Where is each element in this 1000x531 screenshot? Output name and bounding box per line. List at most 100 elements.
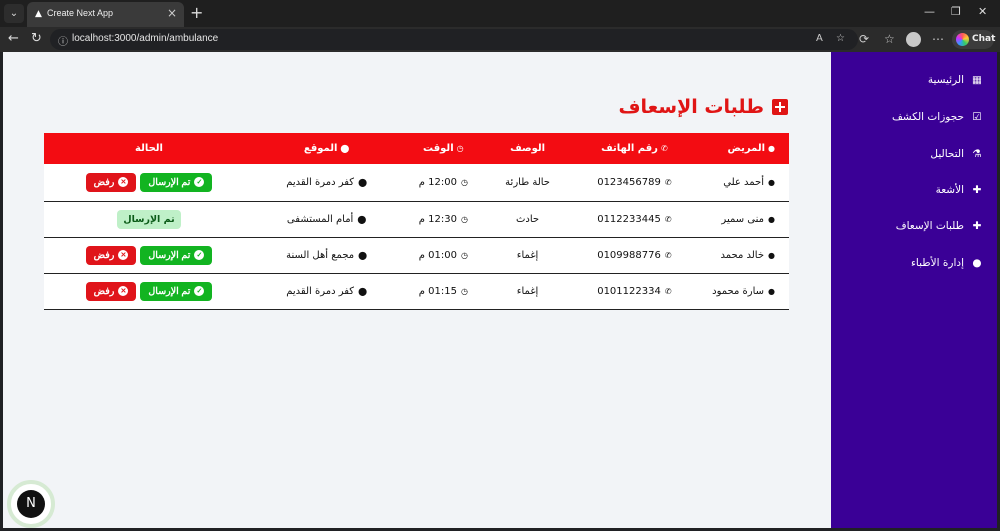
table-header-row: ●المريض ✆رقم الهاتف الوصف ◷الوقت ⬤الموقع… bbox=[44, 133, 789, 164]
time: 12:30 م bbox=[418, 213, 457, 225]
clock-icon: ◷ bbox=[460, 177, 468, 187]
location-pin-icon: ⬤ bbox=[357, 214, 367, 224]
clock-icon: ◷ bbox=[460, 286, 468, 296]
reject-button[interactable]: ✕ رفض bbox=[85, 281, 137, 301]
time: 12:00 م bbox=[418, 176, 457, 188]
minimize-icon[interactable]: — bbox=[924, 5, 935, 18]
sidebar: ▦ الرئيسية ☑ حجوزات الكشف ⚗ التحاليل ✚ ا… bbox=[831, 52, 997, 528]
clock-icon: ◷ bbox=[460, 214, 468, 224]
next-favicon-icon: ▲ bbox=[35, 9, 42, 19]
copilot-icon bbox=[956, 33, 969, 46]
read-aloud-icon[interactable]: A bbox=[816, 33, 823, 44]
sidebar-item-doctors[interactable]: ● إدارة الأطباء bbox=[831, 250, 997, 276]
sidebar-item-labs[interactable]: ⚗ التحاليل bbox=[831, 141, 997, 167]
reload-icon[interactable]: ↻ bbox=[31, 31, 42, 46]
site-info-icon[interactable]: ⓘ bbox=[58, 33, 68, 48]
ambulance-requests-table: ●المريض ✆رقم الهاتف الوصف ◷الوقت ⬤الموقع… bbox=[44, 133, 789, 310]
sidebar-item-home[interactable]: ▦ الرئيسية bbox=[831, 67, 997, 93]
tab-title: Create Next App bbox=[47, 8, 114, 18]
user-icon: ● bbox=[768, 144, 775, 153]
description: إغماء bbox=[516, 285, 539, 297]
browser-tab[interactable]: ▲ Create Next App × bbox=[27, 2, 184, 27]
status-badge: تم الإرسال bbox=[117, 209, 181, 229]
header-patient: ●المريض bbox=[727, 143, 776, 154]
check-circle-icon: ✓ bbox=[194, 250, 205, 260]
medkit-icon: ✚ bbox=[972, 184, 982, 196]
sidebar-item-label: طلبات الإسعاف bbox=[895, 220, 964, 232]
time: 01:15 م bbox=[418, 285, 457, 297]
user-icon: ● bbox=[768, 250, 775, 260]
calendar-check-icon: ☑ bbox=[972, 111, 982, 123]
page-title-text: طلبات الإسعاف bbox=[618, 96, 764, 118]
patient-name: أحمد علي bbox=[723, 176, 765, 188]
description: حادث bbox=[516, 213, 540, 225]
table-row: ●منى سمير ✆0112233445 حادث ◷12:30 م ⬤أما… bbox=[44, 201, 789, 237]
description: إغماء bbox=[516, 249, 539, 261]
table-row: ●خالد محمد ✆0109988776 إغماء ◷01:00 م ⬤م… bbox=[44, 237, 789, 273]
next-dev-indicator[interactable]: N bbox=[7, 480, 55, 528]
header-time: ◷الوقت bbox=[423, 143, 464, 154]
close-tab-icon[interactable]: × bbox=[167, 6, 177, 20]
location-pin-icon: ⬤ bbox=[358, 286, 368, 296]
dashboard-icon: ▦ bbox=[972, 74, 982, 86]
time: 01:00 م bbox=[418, 249, 457, 261]
restore-icon[interactable]: ❐ bbox=[951, 5, 961, 18]
phone-icon: ✆ bbox=[664, 214, 672, 224]
patient-name: منى سمير bbox=[721, 213, 765, 225]
user-icon: ● bbox=[972, 257, 982, 269]
phone-icon: ✆ bbox=[664, 250, 672, 260]
plus-square-icon: ✚ bbox=[972, 220, 982, 232]
location-pin-icon: ⬤ bbox=[340, 144, 350, 153]
location: مجمع أهل السنة bbox=[286, 249, 355, 261]
back-icon[interactable]: ← bbox=[8, 31, 19, 46]
sidebar-item-label: التحاليل bbox=[930, 148, 964, 160]
sidebar-item-radiology[interactable]: ✚ الأشعة bbox=[831, 177, 997, 203]
table-row: ●سارة محمود ✆0101122334 إغماء ◷01:15 م ⬤… bbox=[44, 273, 789, 309]
check-circle-icon: ✓ bbox=[194, 286, 205, 296]
extensions-icon[interactable]: ⟳ bbox=[859, 32, 869, 46]
table-row: ●أحمد علي ✆0123456789 حالة طارئة ◷12:00 … bbox=[44, 164, 789, 201]
favorites-icon[interactable]: ☆ bbox=[884, 32, 895, 46]
sidebar-item-ambulance[interactable]: ✚ طلبات الإسعاف bbox=[831, 213, 997, 239]
clock-icon: ◷ bbox=[460, 250, 468, 260]
browser-tabstrip: ⌄ ▲ Create Next App × + — ❐ ✕ bbox=[0, 0, 1000, 27]
phone-icon: ✆ bbox=[664, 177, 672, 187]
phone-number: 0109988776 bbox=[597, 249, 661, 261]
header-location: ⬤الموقع bbox=[303, 143, 350, 154]
patient-name: سارة محمود bbox=[712, 285, 765, 297]
user-icon: ● bbox=[768, 286, 775, 296]
mark-sent-button[interactable]: ✓ تم الإرسال bbox=[140, 281, 213, 301]
location-pin-icon: ⬤ bbox=[358, 177, 368, 187]
close-window-icon[interactable]: ✕ bbox=[978, 5, 987, 18]
sidebar-item-label: حجوزات الكشف bbox=[891, 111, 964, 123]
mark-sent-button[interactable]: ✓ تم الإرسال bbox=[140, 172, 213, 192]
ambulance-plus-icon bbox=[772, 99, 788, 115]
more-menu-icon[interactable]: ⋯ bbox=[932, 32, 944, 46]
sidebar-item-label: الرئيسية bbox=[927, 74, 964, 86]
x-circle-icon: ✕ bbox=[118, 286, 129, 296]
profile-avatar[interactable] bbox=[906, 32, 921, 47]
address-bar-row: ← ↻ ⓘ localhost:3000/admin/ambulance A ☆… bbox=[0, 27, 1000, 52]
check-circle-icon: ✓ bbox=[194, 177, 205, 188]
url-text[interactable]: localhost:3000/admin/ambulance bbox=[72, 33, 218, 44]
header-phone: ✆رقم الهاتف bbox=[601, 143, 668, 154]
header-description: الوصف bbox=[510, 143, 546, 154]
reject-button[interactable]: ✕ رفض bbox=[85, 245, 137, 265]
page-title: طلبات الإسعاف bbox=[618, 96, 788, 118]
copilot-chat-button[interactable]: Chat bbox=[952, 30, 995, 49]
omnibox[interactable]: ⓘ localhost:3000/admin/ambulance A ☆ bbox=[50, 29, 858, 50]
sidebar-item-label: إدارة الأطباء bbox=[911, 257, 964, 269]
tab-list-button[interactable]: ⌄ bbox=[4, 4, 24, 23]
user-icon: ● bbox=[768, 214, 775, 224]
phone-number: 0123456789 bbox=[597, 176, 661, 188]
new-tab-icon[interactable]: + bbox=[190, 3, 203, 22]
sidebar-item-bookings[interactable]: ☑ حجوزات الكشف bbox=[831, 104, 997, 130]
favorite-star-icon[interactable]: ☆ bbox=[836, 33, 845, 44]
reject-button[interactable]: ✕ رفض bbox=[85, 172, 137, 192]
user-icon: ● bbox=[768, 177, 775, 187]
next-logo-icon: N bbox=[17, 490, 45, 518]
mark-sent-button[interactable]: ✓ تم الإرسال bbox=[140, 245, 213, 265]
flask-icon: ⚗ bbox=[972, 148, 982, 160]
patient-name: خالد محمد bbox=[720, 249, 765, 261]
page: ▦ الرئيسية ☑ حجوزات الكشف ⚗ التحاليل ✚ ا… bbox=[3, 52, 997, 528]
